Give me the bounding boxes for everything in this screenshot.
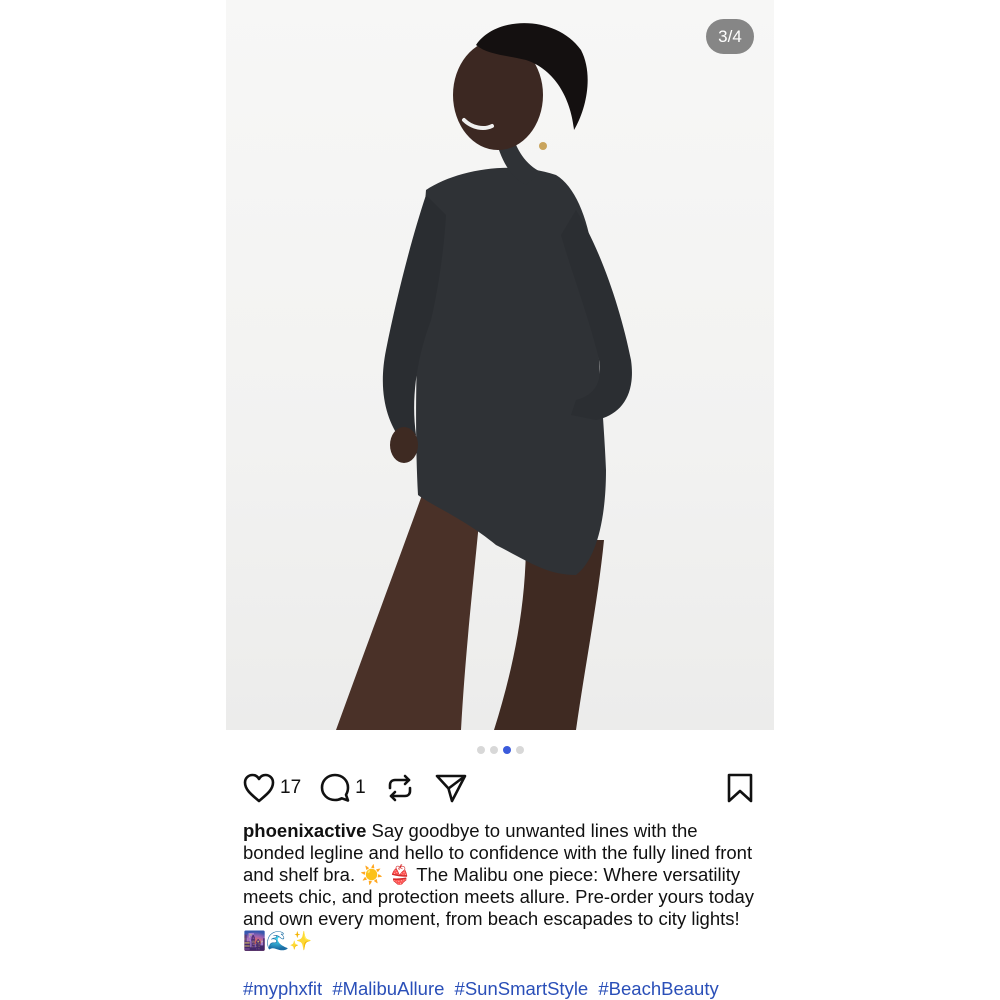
repost-icon xyxy=(388,774,412,802)
action-bar: 17 1 xyxy=(242,768,754,808)
carousel-dot-active[interactable] xyxy=(502,746,511,754)
like-button[interactable]: 17 xyxy=(242,772,301,804)
comment-bubble-icon xyxy=(320,773,350,802)
hashtag-link[interactable]: #BeachBeauty xyxy=(598,978,718,999)
carousel-dot[interactable] xyxy=(515,746,524,754)
comment-count: 1 xyxy=(355,777,366,798)
bookmark-icon xyxy=(727,773,753,803)
hashtag-link[interactable]: #SunSmartStyle xyxy=(455,978,589,999)
carousel-indicator xyxy=(226,746,774,754)
post-card: 3/4 17 1 phoenixactive Say goodbye to un… xyxy=(226,0,774,1000)
post-caption: phoenixactive Say goodbye to unwanted li… xyxy=(243,820,763,952)
send-icon xyxy=(435,774,467,803)
hashtag-link[interactable]: #MalibuAllure xyxy=(332,978,444,999)
share-button[interactable] xyxy=(434,772,468,804)
hashtag-link[interactable]: #myphxfit xyxy=(243,978,322,999)
save-button[interactable] xyxy=(726,772,754,804)
hashtag-list: #myphxfit #MalibuAllure #SunSmartStyle #… xyxy=(243,978,773,1000)
image-counter-badge: 3/4 xyxy=(706,19,754,54)
carousel-dot[interactable] xyxy=(489,746,498,754)
model-illustration xyxy=(336,23,632,730)
carousel-dot[interactable] xyxy=(476,746,485,754)
like-count: 17 xyxy=(280,777,302,798)
comment-button[interactable]: 1 xyxy=(319,772,366,804)
repost-button[interactable] xyxy=(384,772,416,804)
heart-icon xyxy=(243,773,275,803)
caption-username[interactable]: phoenixactive xyxy=(243,820,366,841)
post-photo[interactable]: 3/4 xyxy=(226,0,774,730)
